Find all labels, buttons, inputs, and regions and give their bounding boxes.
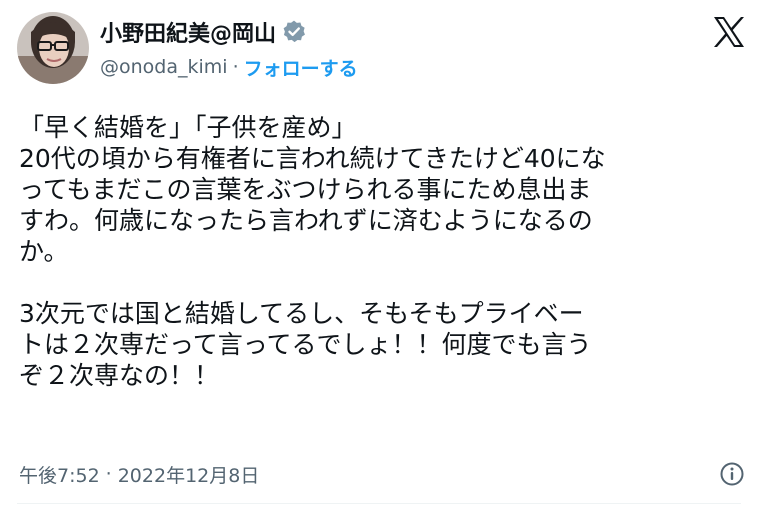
verified-badge-icon (281, 19, 307, 45)
tweet-line: 20代の頃から有権者に言われ続けてきたけど40にな (19, 144, 606, 173)
tweet-line: ぞ２次専なの！！ (19, 361, 220, 390)
separator-dot: · (105, 463, 112, 485)
user-handle[interactable]: @onoda_kimi (100, 56, 228, 78)
handle-row: @onoda_kimi · フォローする (100, 53, 358, 81)
tweet-timestamp[interactable]: 午後7:52 · 2022年12月8日 (19, 460, 259, 488)
tweet-embed-card: 小野田紀美@岡山 @onoda_kimi · フォローする 「早く結婚を」「子供… (0, 0, 758, 507)
user-name-row: 小野田紀美@岡山 (100, 16, 307, 48)
display-name[interactable]: 小野田紀美@岡山 (100, 16, 276, 48)
tweet-text: 「早く結婚を」「子供を産め」 20代の頃から有権者に言われ続けてきたけど40にな… (19, 112, 747, 391)
tweet-line: か。 (19, 237, 69, 266)
tweet-line: ってもまだこの言葉をぶつけられる事にため息出ま (19, 175, 592, 204)
tweet-line: 「早く結婚を」「子供を産め」 (19, 113, 357, 142)
tweet-time: 午後7:52 (19, 464, 100, 487)
tweet-line: すわ。何歳になったら言われずに済むようになるの (19, 206, 593, 235)
tweet-line: 3次元では国と結婚してるし、そもそもプライベー (19, 299, 584, 328)
separator-dot: · (232, 56, 239, 78)
follow-button[interactable]: フォローする (244, 54, 358, 81)
divider (17, 503, 741, 504)
tweet-date: 2022年12月8日 (117, 464, 260, 487)
avatar-image (17, 12, 89, 84)
tweet-line: トは２次専だって言ってるでしょ！！何度でも言う (19, 330, 592, 359)
info-icon[interactable] (719, 461, 745, 487)
x-logo-icon[interactable] (712, 16, 746, 48)
user-avatar[interactable] (17, 12, 89, 84)
